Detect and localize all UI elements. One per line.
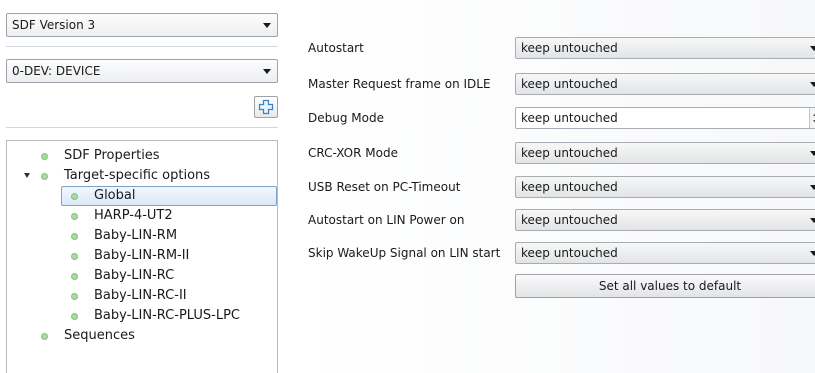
tree-item-label: Baby-LIN-RC	[94, 268, 175, 283]
master-request-value: keep untouched	[521, 77, 618, 91]
autostart-value: keep untouched	[521, 41, 618, 55]
divider	[6, 46, 278, 47]
bullet-dot-icon	[71, 253, 78, 260]
tree-item-label: Baby-LIN-RM	[94, 228, 178, 243]
bullet-dot-icon	[71, 193, 78, 200]
autostart-lin-label: Autostart on LIN Power on	[308, 213, 465, 227]
chevron-down-icon	[810, 185, 815, 190]
chevron-down-icon	[263, 69, 271, 74]
debug-mode-label: Debug Mode	[308, 111, 384, 125]
tree-item-sequences[interactable]: Sequences	[7, 326, 277, 346]
set-defaults-button[interactable]: Set all values to default	[515, 274, 815, 298]
autostart-label: Autostart	[308, 41, 364, 55]
options-panel: Autostart keep untouched Master Request …	[297, 0, 815, 373]
autostart-select[interactable]: keep untouched	[515, 37, 815, 59]
skip-wakeup-value: keep untouched	[521, 246, 618, 260]
chevron-down-icon	[810, 251, 815, 256]
add-button[interactable]	[254, 96, 278, 118]
chevron-down-icon	[810, 46, 815, 51]
debug-mode-value: keep untouched	[521, 111, 618, 125]
bullet-dot-icon	[71, 273, 78, 280]
chevron-down-icon	[810, 218, 815, 223]
device-select[interactable]: 0-DEV: DEVICE	[6, 59, 278, 83]
bullet-dot-icon	[71, 313, 78, 320]
autostart-lin-select[interactable]: keep untouched	[515, 209, 815, 231]
sdf-version-value: SDF Version 3	[12, 18, 96, 32]
bullet-dot-icon	[71, 233, 78, 240]
tree-item-label: Baby-LIN-RC-PLUS-LPC	[94, 308, 240, 323]
tree-item-label: HARP-4-UT2	[94, 208, 173, 223]
bullet-dot-icon	[41, 153, 48, 160]
device-value: 0-DEV: DEVICE	[12, 64, 101, 78]
expand-arrow-icon[interactable]	[24, 173, 30, 178]
sdf-editor-window: SDF Version 3 0-DEV: DEVICE SDF Properti…	[0, 0, 815, 373]
usb-reset-value: keep untouched	[521, 180, 618, 194]
add-icon	[258, 99, 274, 115]
master-request-select[interactable]: keep untouched	[515, 73, 815, 95]
tree-item-label: Baby-LIN-RM-II	[94, 248, 190, 263]
skip-wakeup-label: Skip WakeUp Signal on LIN start	[308, 246, 501, 260]
sdf-version-select[interactable]: SDF Version 3	[6, 13, 278, 37]
tree-item-label: Target-specific options	[64, 168, 211, 183]
sdf-tree-view: SDF Properties Target-specific options G…	[6, 140, 278, 373]
bullet-dot-icon	[71, 293, 78, 300]
skip-wakeup-select[interactable]: keep untouched	[515, 242, 815, 264]
tree-item-baby-lin-rc-ii[interactable]: Baby-LIN-RC-II	[7, 286, 277, 306]
tree-item-baby-lin-rc-plus-lpc[interactable]: Baby-LIN-RC-PLUS-LPC	[7, 306, 277, 326]
tree-item-sdf-properties[interactable]: SDF Properties	[7, 146, 277, 166]
bullet-dot-icon	[71, 213, 78, 220]
autostart-lin-value: keep untouched	[521, 213, 618, 227]
usb-reset-select[interactable]: keep untouched	[515, 176, 815, 198]
spin-buttons[interactable]	[809, 108, 815, 128]
chevron-down-icon	[810, 82, 815, 87]
crc-xor-value: keep untouched	[521, 146, 618, 160]
debug-mode-spinbox[interactable]: keep untouched	[515, 107, 815, 129]
tree-item-label: Sequences	[64, 328, 135, 343]
tree-item-baby-lin-rc[interactable]: Baby-LIN-RC	[7, 266, 277, 286]
usb-reset-label: USB Reset on PC-Timeout	[308, 180, 461, 194]
tree-item-label: Global	[94, 188, 136, 203]
bullet-dot-icon	[41, 333, 48, 340]
tree-item-target-specific-options[interactable]: Target-specific options	[7, 166, 277, 186]
tree-item-global[interactable]: Global	[7, 186, 277, 206]
crc-xor-label: CRC-XOR Mode	[308, 146, 398, 160]
chevron-down-icon	[263, 23, 271, 28]
master-request-label: Master Request frame on IDLE	[308, 77, 491, 91]
tree-item-baby-lin-rm-ii[interactable]: Baby-LIN-RM-II	[7, 246, 277, 266]
tree-item-harp-4-ut2[interactable]: HARP-4-UT2	[7, 206, 277, 226]
chevron-down-icon	[810, 151, 815, 156]
tree-item-baby-lin-rm[interactable]: Baby-LIN-RM	[7, 226, 277, 246]
tree-item-label: SDF Properties	[64, 148, 160, 163]
bullet-dot-icon	[41, 173, 48, 180]
tree-item-label: Baby-LIN-RC-II	[94, 288, 187, 303]
divider	[6, 127, 278, 128]
crc-xor-select[interactable]: keep untouched	[515, 142, 815, 164]
left-panel: SDF Version 3 0-DEV: DEVICE SDF Properti…	[0, 0, 285, 373]
